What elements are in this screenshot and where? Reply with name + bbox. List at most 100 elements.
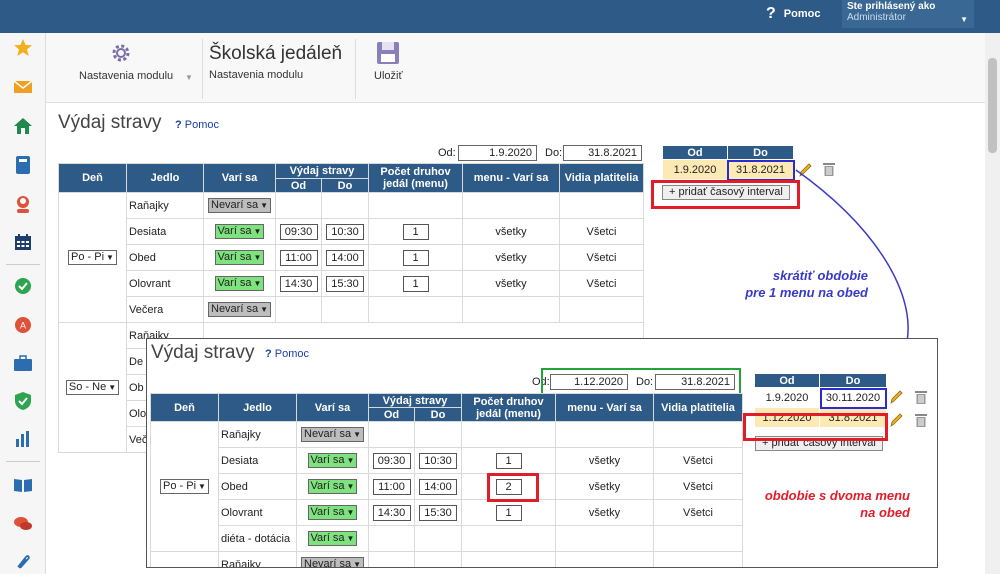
status-cell: Nevarí sa ▼ xyxy=(296,421,369,448)
serving-to-input[interactable]: 14:00 xyxy=(419,478,457,495)
annotation-blue-box xyxy=(820,388,887,409)
serving-from-input[interactable]: 14:30 xyxy=(372,504,411,521)
inset-page-title: Výdaj stravy xyxy=(151,342,255,363)
annotation-two-menus: obdobie s dvoma menu na obed xyxy=(700,487,910,521)
interval-from: 1.9.2020 xyxy=(754,387,820,408)
status-select[interactable]: Varí sa ▼ xyxy=(307,505,358,520)
col-count-line2: jedál (menu) xyxy=(476,407,541,420)
meal-name: Olovrant xyxy=(218,499,297,526)
status-value: Varí sa xyxy=(310,480,345,492)
annotation-shorten: skrátiť obdobie pre 1 menu na obed xyxy=(690,267,868,301)
from-cell: 11:00 xyxy=(368,473,415,500)
day-cell xyxy=(150,551,219,567)
empty-cell xyxy=(555,525,655,552)
col-visible: Vidia platitelia xyxy=(653,393,744,422)
meal-name: Desiata xyxy=(218,447,297,474)
empty-cell xyxy=(555,421,655,448)
col-count-line1: Počet druhov xyxy=(473,395,544,408)
serving-from-input[interactable]: 09:30 xyxy=(372,452,411,469)
table-row: Desiata Varí sa ▼ 09:30 10:30 1 všetky Vš… xyxy=(151,447,744,474)
day-cell: Po - Pi ▼ xyxy=(150,421,219,552)
col-day: Deň xyxy=(150,393,219,422)
status-select[interactable]: Varí sa ▼ xyxy=(307,531,358,546)
to-cell: 15:30 xyxy=(413,499,463,526)
from-cell: 14:30 xyxy=(368,499,415,526)
annotation-two-menus-line2: na obed xyxy=(860,505,910,520)
interval-col-to: Do xyxy=(819,373,887,388)
empty-cell xyxy=(413,551,463,567)
chevron-down-icon: ▼ xyxy=(346,508,355,517)
day-select[interactable]: Po - Pi ▼ xyxy=(160,479,209,494)
meal-name: Obed xyxy=(218,473,297,500)
empty-cell xyxy=(653,525,744,552)
annotation-two-menus-line1: obdobie s dvoma menu xyxy=(764,488,910,503)
table-row: Olovrant Varí sa ▼ 14:30 15:30 1 všetky V… xyxy=(151,499,744,526)
pencil-icon[interactable] xyxy=(889,412,903,428)
empty-cell xyxy=(653,421,744,448)
status-select[interactable]: Nevarí sa ▼ xyxy=(301,557,364,568)
menu-cooks-value: všetky xyxy=(555,447,655,474)
col-menu-cooks: menu - Varí sa xyxy=(555,393,655,422)
app-window: ? Pomoc Ste prihlásený ako Administrátor… xyxy=(0,0,1000,574)
status-value: Nevarí sa xyxy=(304,558,352,568)
annotation-red-count-box xyxy=(487,473,539,502)
inset-help-label: Pomoc xyxy=(274,348,310,360)
menu-count-input[interactable]: 1 xyxy=(495,452,522,469)
status-cell: Varí sa ▼ xyxy=(296,499,369,526)
annotation-shorten-line2: pre 1 menu na obed xyxy=(745,285,868,300)
inset-help-link[interactable]: ? Pomoc xyxy=(265,348,309,360)
from-cell: 09:30 xyxy=(368,447,415,474)
day-select-value: Po - Pi xyxy=(163,480,197,492)
empty-cell xyxy=(368,551,415,567)
to-cell: 10:30 xyxy=(413,447,463,474)
empty-cell xyxy=(461,525,557,552)
inset-screenshot: Výdaj stravy ? Pomoc Od: 1.12.2020 Do: 3… xyxy=(146,338,938,568)
empty-cell xyxy=(461,551,557,567)
table-row: Obed Varí sa ▼ 11:00 14:00 2 všetky Všetc… xyxy=(151,473,744,500)
col-serving-from: Od xyxy=(368,407,415,422)
col-count: Počet druhov jedál (menu) xyxy=(461,393,557,422)
col-meal: Jedlo xyxy=(218,393,297,422)
status-value: Varí sa xyxy=(310,532,345,544)
count-cell: 1 xyxy=(461,447,557,474)
to-cell: 14:00 xyxy=(413,473,463,500)
meal-name: Raňajky xyxy=(218,421,297,448)
status-select[interactable]: Nevarí sa ▼ xyxy=(301,427,364,442)
col-serving: Výdaj stravy xyxy=(367,393,463,408)
chevron-down-icon: ▼ xyxy=(346,534,355,543)
chevron-down-icon: ▼ xyxy=(353,430,361,439)
status-cell: Varí sa ▼ xyxy=(296,525,369,552)
trash-icon[interactable] xyxy=(914,412,928,428)
annotation-shorten-line1: skrátiť obdobie xyxy=(772,268,868,283)
serving-to-input[interactable]: 15:30 xyxy=(419,504,457,521)
pencil-icon[interactable] xyxy=(889,389,903,405)
status-select[interactable]: Varí sa ▼ xyxy=(307,479,358,494)
col-cooks: Varí sa xyxy=(296,393,369,422)
status-value: Varí sa xyxy=(310,454,345,466)
visible-value: Všetci xyxy=(653,447,744,474)
serving-from-input[interactable]: 11:00 xyxy=(372,478,411,495)
meal-name: Raňajky xyxy=(218,551,297,567)
menu-count-input[interactable]: 1 xyxy=(495,504,522,521)
meal-name: diéta - dotácia xyxy=(218,525,297,552)
status-select[interactable]: Varí sa ▼ xyxy=(307,453,358,468)
chevron-down-icon: ▼ xyxy=(353,560,361,568)
status-cell: Nevarí sa ▼ xyxy=(296,551,369,568)
interval-col-from: Od xyxy=(754,373,820,388)
status-cell: Varí sa ▼ xyxy=(296,447,369,474)
empty-cell xyxy=(653,551,744,567)
status-value: Nevarí sa xyxy=(304,428,352,440)
serving-to-input[interactable]: 10:30 xyxy=(419,452,457,469)
status-value: Varí sa xyxy=(310,506,345,518)
empty-cell xyxy=(413,421,463,448)
trash-icon[interactable] xyxy=(914,389,928,405)
menu-cooks-value: všetky xyxy=(555,473,655,500)
col-serving-to: Do xyxy=(413,407,463,422)
chevron-down-icon: ▼ xyxy=(346,456,355,465)
annotation-red-box xyxy=(743,413,888,441)
annotation-green-box xyxy=(541,368,741,396)
empty-cell xyxy=(368,525,415,552)
inset-meal-table: Deň Jedlo Varí sa Výdaj stravy Počet dru… xyxy=(150,393,744,568)
table-row: diéta - dotácia Varí sa ▼ xyxy=(151,525,744,552)
table-row: Raňajky Nevarí sa ▼ xyxy=(150,551,744,568)
